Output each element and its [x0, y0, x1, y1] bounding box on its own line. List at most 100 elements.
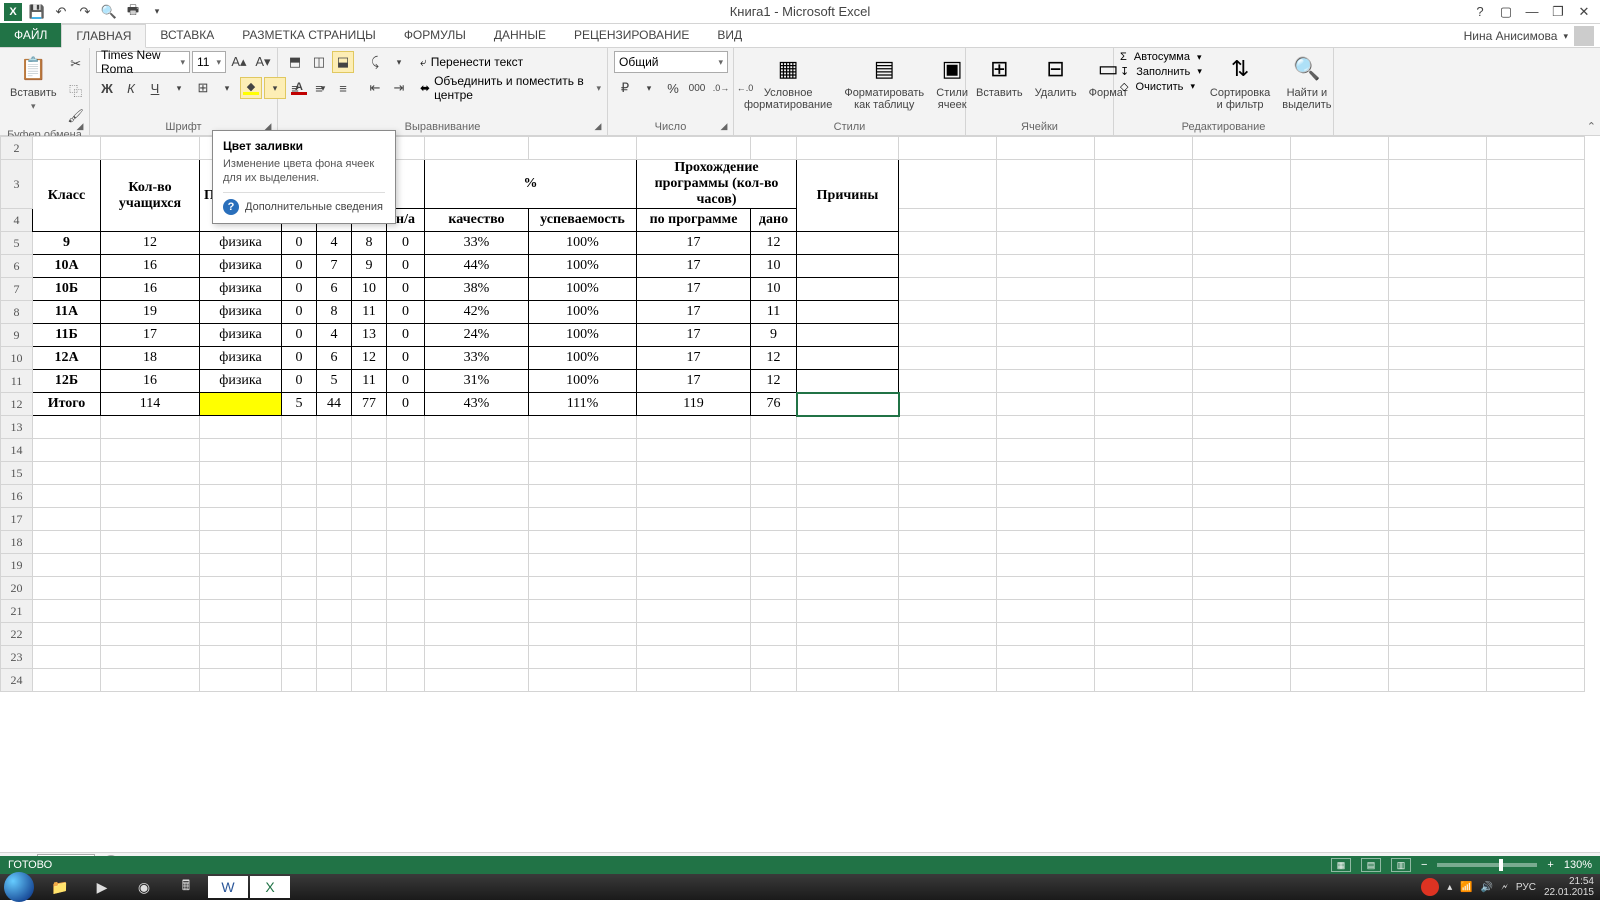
cell[interactable] — [387, 439, 425, 462]
cell[interactable] — [352, 646, 387, 669]
cell[interactable] — [317, 416, 352, 439]
cell[interactable] — [1291, 324, 1389, 347]
cell[interactable] — [1389, 462, 1487, 485]
insert-cells-button[interactable]: ⊞Вставить — [972, 51, 1027, 101]
cell[interactable] — [751, 462, 797, 485]
cell[interactable] — [101, 531, 200, 554]
cell[interactable] — [387, 646, 425, 669]
cell[interactable] — [1389, 209, 1487, 232]
page-break-view-icon[interactable]: ▥ — [1391, 858, 1411, 872]
cell[interactable] — [1487, 347, 1585, 370]
cell[interactable] — [1095, 160, 1193, 209]
zoom-in-icon[interactable]: + — [1547, 859, 1553, 871]
cell[interactable] — [751, 577, 797, 600]
row-header[interactable]: 7 — [1, 278, 33, 301]
orientation-more-icon[interactable]: ▾ — [388, 51, 410, 73]
cell[interactable] — [751, 646, 797, 669]
cell[interactable] — [1291, 160, 1389, 209]
qat-more-icon[interactable]: ▾ — [148, 3, 166, 21]
cell[interactable] — [1193, 669, 1291, 692]
cell[interactable] — [637, 669, 751, 692]
cell[interactable] — [997, 485, 1095, 508]
tab-data[interactable]: ДАННЫЕ — [480, 23, 560, 47]
cell[interactable] — [899, 531, 997, 554]
normal-view-icon[interactable]: ▦ — [1331, 858, 1351, 872]
cell[interactable] — [1291, 623, 1389, 646]
cell[interactable] — [1291, 439, 1389, 462]
cell[interactable] — [1291, 531, 1389, 554]
accounting-more-icon[interactable]: ▾ — [638, 77, 660, 99]
cell[interactable] — [797, 554, 899, 577]
cell[interactable] — [352, 508, 387, 531]
cell[interactable] — [637, 623, 751, 646]
cell[interactable] — [1487, 646, 1585, 669]
row-header[interactable]: 20 — [1, 577, 33, 600]
row-header[interactable]: 15 — [1, 462, 33, 485]
increase-decimal-icon[interactable]: .0→ — [710, 77, 732, 99]
battery-icon[interactable]: 🗲 — [1501, 882, 1508, 893]
help-icon[interactable]: ? — [1468, 2, 1492, 22]
cell[interactable] — [1193, 324, 1291, 347]
cell[interactable] — [352, 577, 387, 600]
cell[interactable] — [317, 554, 352, 577]
cell[interactable] — [1487, 370, 1585, 393]
cell[interactable] — [200, 416, 282, 439]
cell[interactable] — [352, 416, 387, 439]
cell[interactable] — [33, 137, 101, 160]
cell[interactable] — [997, 508, 1095, 531]
cell[interactable] — [101, 439, 200, 462]
spreadsheet-grid[interactable]: 23 Класс Кол-во учащихся П % Прохождение… — [0, 136, 1600, 856]
cell[interactable] — [797, 531, 899, 554]
row-header[interactable]: 16 — [1, 485, 33, 508]
cell[interactable] — [997, 160, 1095, 209]
cell[interactable] — [282, 646, 317, 669]
cell[interactable] — [1193, 160, 1291, 209]
cell[interactable] — [1095, 554, 1193, 577]
zoom-slider[interactable] — [1437, 863, 1537, 867]
cell[interactable] — [1487, 669, 1585, 692]
cell[interactable] — [797, 416, 899, 439]
cell[interactable] — [1095, 600, 1193, 623]
cell[interactable] — [637, 485, 751, 508]
cell[interactable] — [282, 554, 317, 577]
cell[interactable] — [1487, 255, 1585, 278]
cell[interactable] — [200, 646, 282, 669]
cell[interactable] — [425, 646, 529, 669]
cell[interactable] — [1095, 370, 1193, 393]
paste-button[interactable]: 📋 Вставить ▾ — [6, 51, 61, 114]
ribbon-options-icon[interactable]: ▢ — [1494, 2, 1518, 22]
cell[interactable] — [997, 137, 1095, 160]
cell[interactable] — [1389, 485, 1487, 508]
cell[interactable] — [637, 462, 751, 485]
percent-format-icon[interactable]: % — [662, 77, 684, 99]
cell[interactable] — [529, 531, 637, 554]
cell[interactable] — [101, 554, 200, 577]
cell[interactable] — [33, 439, 101, 462]
cell[interactable] — [352, 623, 387, 646]
cell[interactable] — [200, 600, 282, 623]
cell[interactable] — [1487, 623, 1585, 646]
cell[interactable] — [282, 508, 317, 531]
cell[interactable] — [101, 669, 200, 692]
cell[interactable] — [1291, 462, 1389, 485]
cell[interactable] — [33, 623, 101, 646]
cell[interactable] — [200, 669, 282, 692]
cell[interactable] — [1389, 531, 1487, 554]
cell[interactable] — [1095, 137, 1193, 160]
cell[interactable] — [1291, 209, 1389, 232]
cell[interactable] — [33, 646, 101, 669]
cell[interactable] — [387, 623, 425, 646]
cell[interactable] — [1095, 255, 1193, 278]
cell[interactable] — [282, 577, 317, 600]
row-header[interactable]: 4 — [1, 209, 33, 232]
zoom-out-icon[interactable]: − — [1421, 859, 1427, 871]
cell[interactable] — [352, 600, 387, 623]
tab-view[interactable]: ВИД — [703, 23, 756, 47]
start-button[interactable] — [4, 872, 34, 902]
tab-insert[interactable]: ВСТАВКА — [146, 23, 228, 47]
cell[interactable] — [529, 669, 637, 692]
cell[interactable] — [1193, 462, 1291, 485]
cell[interactable] — [1291, 508, 1389, 531]
cell[interactable] — [1095, 485, 1193, 508]
cell[interactable] — [637, 439, 751, 462]
